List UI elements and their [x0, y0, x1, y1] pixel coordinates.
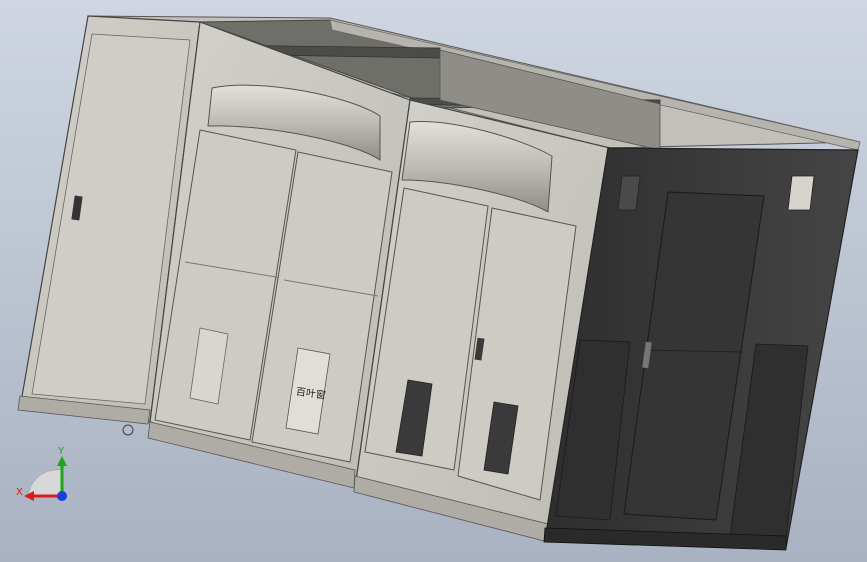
right-vent-light	[787, 175, 815, 211]
coordinate-triad: Y X	[16, 446, 67, 501]
right-vent-small	[617, 175, 641, 211]
y-axis-label: Y	[57, 446, 65, 457]
lifting-hole-1	[122, 424, 134, 436]
cad-viewport[interactable]: 百叶窗 Y X	[0, 0, 867, 562]
z-axis-dot	[57, 491, 67, 501]
y-axis-arrowhead	[57, 456, 67, 466]
cabinet-model[interactable]: 百叶窗 Y X	[0, 0, 867, 562]
x-axis-label: X	[16, 487, 23, 498]
